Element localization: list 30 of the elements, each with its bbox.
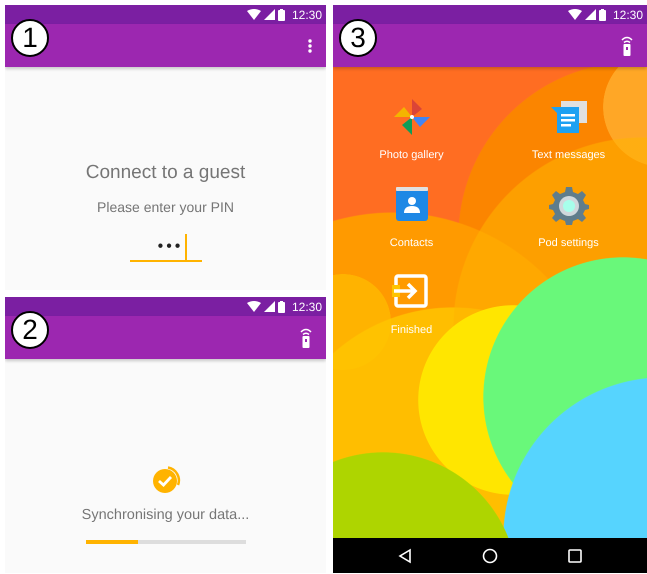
app-shortcut[interactable]: Pod settings [490,184,647,251]
menu-icon[interactable] [308,38,312,52]
wifi-icon [246,301,261,312]
signal-icon [264,301,275,312]
app-shortcut[interactable]: Finished [333,272,490,338]
battery-icon [278,300,285,312]
gear-icon [548,184,588,224]
back-icon[interactable] [398,548,412,564]
app-shortcut[interactable]: Photo gallery [333,97,490,164]
app-shortcut[interactable]: Text messages [490,97,647,164]
screen-title: Connect to a guest [86,161,246,185]
recents-icon[interactable] [568,548,582,562]
status-time: 12:30 [292,6,322,24]
instruction-text: Please enter your PIN [97,198,234,217]
pin-field[interactable]: ••• [130,234,202,262]
signal-icon [264,9,275,20]
wifi-icon [246,9,261,20]
battery-icon [278,8,285,20]
status-time: 12:30 [292,298,322,316]
wifi-icon [568,9,582,20]
status-time: 12:30 [612,6,643,24]
signal-icon [584,9,596,20]
sync-check-icon [150,465,180,495]
app-shortcut[interactable]: Contacts [333,184,490,251]
remote-icon[interactable] [300,328,312,348]
status-message: Synchronising your data... [82,506,250,525]
pinwheel-icon [392,97,432,137]
home-icon[interactable] [482,548,498,564]
battery-icon [598,8,606,20]
remote-icon[interactable] [621,36,633,56]
